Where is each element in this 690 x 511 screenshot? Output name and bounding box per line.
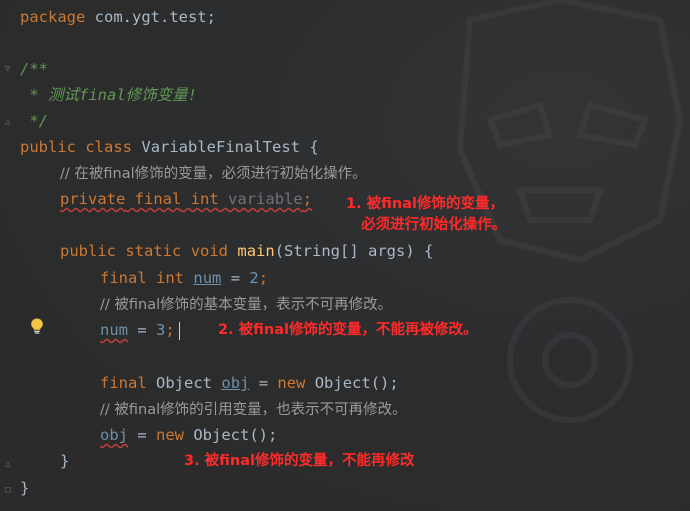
assign-operator: =	[221, 269, 250, 287]
fold-icon[interactable]: □	[5, 485, 14, 495]
semicolon: ;	[258, 269, 269, 287]
class-name: VariableFinalTest	[141, 138, 300, 156]
comment: // 在被final修饰的变量，必须进行初始化操作。	[60, 166, 367, 182]
text-caret	[179, 322, 180, 340]
method-name: main	[237, 242, 275, 260]
keyword-final: final	[100, 269, 147, 287]
keyword-int: int	[190, 190, 219, 208]
variable-num: num	[100, 321, 128, 339]
semicolon: ;	[302, 190, 313, 208]
comment: // 被final修饰的基本变量，表示不可再修改。	[100, 297, 393, 313]
code-line-method-close[interactable]: }	[60, 450, 69, 472]
keyword-class: class	[85, 138, 133, 156]
comment: // 被final修饰的引用变量，也表示不可再修改。	[100, 402, 407, 418]
variable-obj: obj	[100, 426, 128, 444]
code-line-class-declaration[interactable]: public class VariableFinalTest {	[20, 136, 319, 158]
code-line-num-reassign[interactable]: num = 3;	[100, 319, 175, 341]
package-name: com.ygt.test;	[85, 8, 216, 26]
code-line-comment-basic[interactable]: // 被final修饰的基本变量，表示不可再修改。	[100, 293, 392, 315]
keyword-private: private	[60, 190, 126, 208]
code-line-obj-reassign[interactable]: obj = new Object();	[100, 424, 277, 446]
code-line-comment-init[interactable]: // 在被final修饰的变量，必须进行初始化操作。	[60, 162, 367, 184]
annotation-3: 3. 被final修饰的变量，不能再修改	[184, 453, 415, 469]
keyword-static: static	[125, 242, 182, 260]
code-line-package[interactable]: package com.ygt.test;	[20, 6, 216, 28]
semicolon: ;	[165, 321, 175, 339]
method-params: (String[] args) {	[274, 242, 434, 260]
constructor-call: Object();	[193, 426, 278, 444]
variable-obj: obj	[221, 374, 250, 392]
lightbulb-icon[interactable]	[30, 318, 44, 334]
keyword-public: public	[60, 242, 116, 260]
fold-icon[interactable]: △	[5, 459, 14, 469]
code-line-class-close[interactable]: }	[20, 477, 29, 499]
constructor-call: Object();	[314, 374, 399, 392]
keyword-new: new	[277, 374, 306, 392]
variable-num: num	[193, 269, 222, 287]
fold-icon[interactable]: △	[5, 117, 14, 127]
keyword-final: final	[100, 374, 147, 392]
keyword-int: int	[156, 269, 185, 287]
assign-operator: =	[128, 321, 156, 339]
brace: {	[300, 138, 319, 156]
field-name: variable	[228, 190, 303, 208]
assign-operator: =	[249, 374, 278, 392]
code-editor[interactable]: ▽ △ △ □ package com.ygt.test; /** * 测试fi…	[0, 0, 690, 511]
doc-comment-body[interactable]: * 测试final修饰变量!	[20, 84, 197, 106]
keyword-final: final	[134, 190, 182, 208]
keyword-package: package	[20, 8, 86, 26]
annotation-1: 1. 被final修饰的变量， 必须进行初始化操作。	[346, 196, 507, 233]
fold-icon[interactable]: ▽	[5, 64, 14, 74]
keyword-new: new	[156, 426, 184, 444]
doc-comment-end[interactable]: */	[20, 110, 48, 132]
keyword-void: void	[190, 242, 229, 260]
number-literal: 3	[156, 321, 166, 339]
background-ironman-art	[456, 0, 684, 423]
doc-comment-start[interactable]: /**	[20, 58, 48, 80]
keyword-public: public	[20, 138, 76, 156]
code-line-obj-declaration[interactable]: final Object obj = new Object();	[100, 372, 399, 394]
assign-operator: =	[128, 426, 156, 444]
code-line-comment-reference[interactable]: // 被final修饰的引用变量，也表示不可再修改。	[100, 398, 407, 420]
editor-gutter	[0, 0, 18, 511]
annotation-2: 2. 被final修饰的变量，不能再被修改。	[218, 322, 478, 338]
code-line-field[interactable]: private final int variable;	[60, 188, 312, 210]
number-literal: 2	[249, 269, 259, 287]
code-line-num-declaration[interactable]: final int num = 2;	[100, 267, 268, 289]
type-object: Object	[156, 374, 213, 392]
code-line-main-method[interactable]: public static void main(String[] args) {	[60, 240, 433, 262]
